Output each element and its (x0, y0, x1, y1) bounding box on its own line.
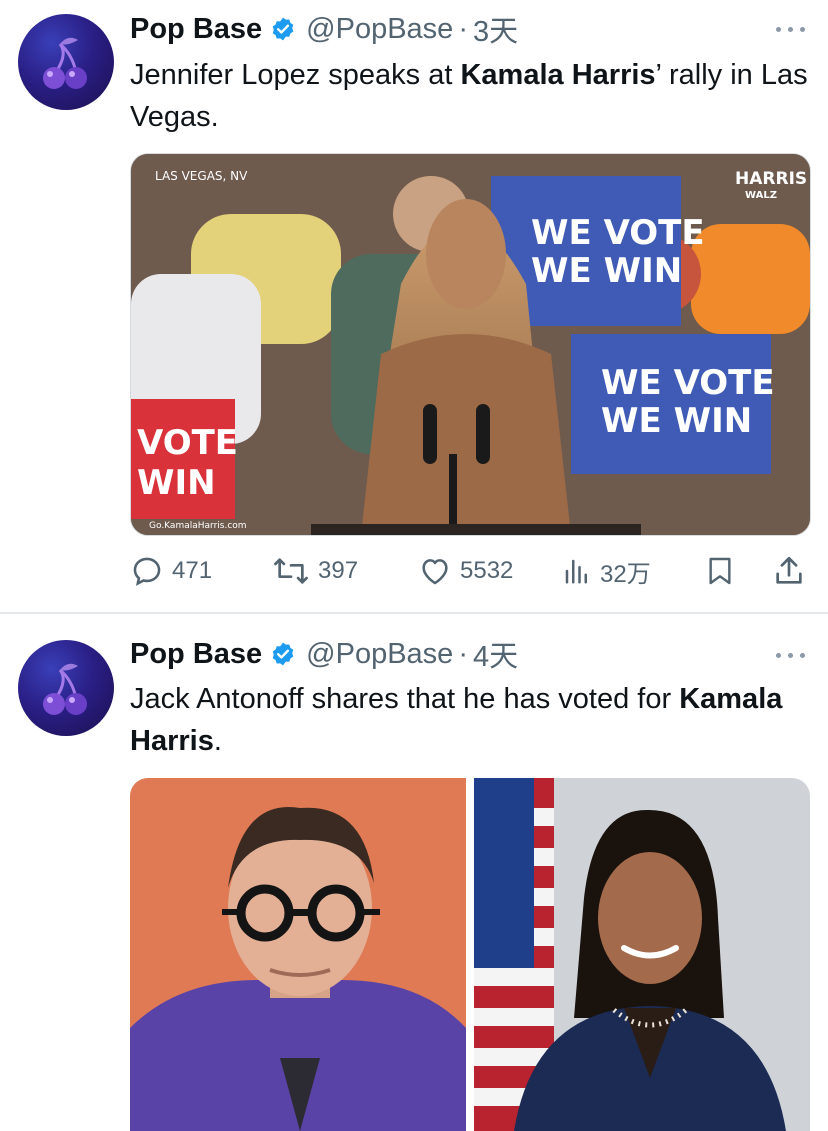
more-dots-icon[interactable] (776, 25, 806, 35)
avatar[interactable] (18, 640, 114, 736)
rally-photo: WE VOTE WE WIN WE VOTE WE WIN VOTE WIN L… (131, 154, 810, 535)
text-segment: Jack Antonoff shares that he has voted f… (130, 683, 680, 715)
text-segment: Jennifer Lopez speaks at (130, 59, 461, 91)
sign-text: VOTE (137, 423, 238, 463)
author-handle[interactable]: @PopBase (306, 638, 453, 671)
sign-text: WIN (137, 463, 216, 503)
avatar[interactable] (18, 14, 114, 110)
heart-icon (422, 559, 448, 585)
tweet-media-video[interactable]: WE VOTE WE WIN WE VOTE WE WIN VOTE WIN L… (130, 153, 811, 536)
bookmark-button[interactable] (704, 553, 744, 589)
repost-count: 397 (318, 557, 359, 584)
media-photo-1[interactable] (130, 778, 466, 1131)
repost-icon (274, 558, 308, 584)
author-handle[interactable]: @PopBase (306, 13, 453, 46)
like-count: 5532 (460, 557, 514, 584)
sign-text: WE VOTE (531, 213, 705, 253)
more-dots-icon[interactable] (776, 651, 806, 661)
share-button[interactable] (772, 553, 814, 589)
reply-button[interactable]: 471 (130, 553, 212, 589)
repost-button[interactable]: 397 (272, 553, 358, 589)
tweet-media-grid (130, 778, 810, 1131)
url-caption: Go.KamalaHarris.com (149, 521, 247, 531)
cherries-icon (43, 663, 87, 715)
separator: · (458, 637, 468, 670)
reply-count: 471 (172, 557, 213, 584)
separator: · (458, 12, 468, 45)
views-button[interactable]: 32万 (562, 553, 651, 589)
tweet-text: Jennifer Lopez speaks at Kamala Harris’ … (130, 54, 820, 138)
verified-badge-icon (270, 641, 296, 667)
analytics-icon (565, 559, 587, 584)
sign-text: WE VOTE (601, 363, 775, 403)
sign-text: WE WIN (601, 401, 752, 441)
location-caption: LAS VEGAS, NV (155, 169, 248, 183)
portrait-photo (474, 778, 810, 1131)
tweet-header: Pop Base @PopBase · 3天 (130, 8, 518, 50)
campaign-logo-sub: WALZ (745, 190, 777, 201)
tweet-actions: 471 397 5532 32万 (130, 553, 810, 589)
verified-badge-icon (270, 16, 296, 42)
text-bold-mention: Kamala Harris (460, 59, 656, 91)
bookmark-icon (709, 557, 731, 585)
campaign-logo: HARRIS (735, 169, 807, 189)
portrait-photo (130, 778, 466, 1131)
author-name[interactable]: Pop Base (130, 638, 262, 671)
tweet-1[interactable]: Pop Base @PopBase · 3天 Jennifer Lopez sp… (0, 0, 828, 612)
like-button[interactable]: 5532 (418, 553, 513, 589)
cherries-icon (43, 37, 87, 89)
share-icon (776, 556, 802, 584)
sign-text: WE WIN (531, 251, 682, 291)
timestamp[interactable]: 3天 (473, 8, 518, 50)
author-name[interactable]: Pop Base (130, 13, 262, 46)
reply-icon (133, 557, 161, 586)
views-count: 32万 (600, 560, 651, 588)
media-photo-2[interactable] (474, 778, 810, 1131)
tweet-header: Pop Base @PopBase · 4天 (130, 633, 518, 675)
timestamp[interactable]: 4天 (473, 633, 518, 675)
text-segment: . (213, 725, 222, 757)
tweet-text: Jack Antonoff shares that he has voted f… (130, 678, 820, 762)
tweet-2[interactable]: Pop Base @PopBase · 4天 Jack Antonoff sha… (0, 614, 828, 1131)
